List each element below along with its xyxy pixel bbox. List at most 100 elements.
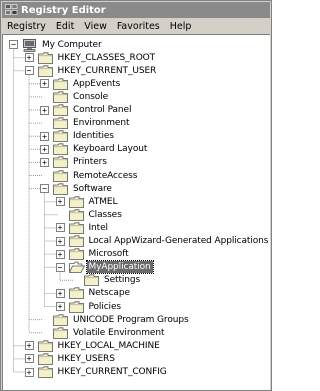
tree-node-appevents[interactable]: AppEvents [53,77,122,90]
expand-toggle-icon[interactable]: + [24,341,34,351]
tree-node-label[interactable]: RemoteAccess [71,170,139,182]
tree-node-settings[interactable]: Settings [84,274,142,287]
expand-toggle-icon[interactable]: + [40,157,49,167]
tree-node-atmel[interactable]: ATMEL [68,195,120,208]
expand-toggle-icon[interactable]: + [55,197,65,207]
folder-closed-icon [53,313,69,326]
tree-node-label[interactable]: Software [71,183,114,195]
folder-closed-icon [68,235,85,247]
tree-node-label[interactable]: Console [71,91,110,103]
registry-editor-icon [4,4,18,17]
collapse-toggle-icon[interactable]: − [9,40,18,49]
folder-closed-icon [53,143,69,156]
registry-editor-window: Registry Editor Registry Edit View Favor… [0,0,272,391]
expand-toggle-icon[interactable]: + [55,223,65,233]
tree-node-label[interactable]: Printers [71,156,109,168]
tree-node-label[interactable]: Intel [87,222,110,234]
folder-closed-icon [37,353,54,365]
menu-bar: Registry Edit View Favorites Help [2,18,270,34]
folder-closed-icon [53,182,69,195]
tree-node-label[interactable]: Microsoft [87,248,131,260]
tree-node-hkey-classes-root[interactable]: HKEY_CLASSES_ROOT [37,51,158,64]
tree-node-console[interactable]: Console [53,90,110,103]
tree-node-label[interactable]: Identities [71,130,116,142]
tree-node-control-panel[interactable]: Control Panel [53,104,133,117]
tree-node-label[interactable]: AppEvents [71,78,122,90]
expand-toggle-icon[interactable]: + [24,53,34,63]
computer-icon [22,38,38,52]
registry-tree-pane[interactable]: My Computer − HKEY_CLASSES_ROOT + HKEY_CURRE… [2,34,270,390]
tree-node-policies[interactable]: Policies [68,300,124,313]
tree-node-intel[interactable]: Intel [68,221,110,234]
tree-node-environment[interactable]: Environment [53,117,131,130]
tree-node-classes[interactable]: Classes [68,208,124,221]
folder-closed-icon [53,117,69,129]
tree-node-software[interactable]: Software [53,182,114,195]
expand-toggle-icon[interactable]: + [40,131,49,141]
tree-node-label[interactable]: Classes [87,209,124,221]
tree-node-label[interactable]: HKEY_CURRENT_USER [56,65,159,77]
tree-node-hkey-local-machine[interactable]: HKEY_LOCAL_MACHINE [37,339,162,352]
collapse-toggle-icon[interactable]: − [24,66,34,76]
tree-node-microsoft[interactable]: Microsoft [68,248,131,261]
tree-node-hkey-current-user[interactable]: HKEY_CURRENT_USER [37,64,159,77]
tree-node-unicode-program-groups[interactable]: UNICODE Program Groups [53,313,191,326]
folder-closed-icon [53,91,69,103]
collapse-toggle-icon[interactable]: − [55,262,65,272]
expand-toggle-icon[interactable]: + [40,105,49,115]
menu-help[interactable]: Help [165,21,197,32]
menu-favorites[interactable]: Favorites [112,21,165,32]
tree-node-remoteaccess[interactable]: RemoteAccess [53,169,139,182]
expand-toggle-icon[interactable]: + [55,302,65,311]
tree-node-label[interactable]: Settings [102,274,142,286]
tree-node-label[interactable]: ATMEL [87,196,120,208]
folder-closed-icon [68,209,85,221]
folder-closed-icon [68,300,85,313]
tree-node-label[interactable]: HKEY_LOCAL_MACHINE [56,340,162,352]
expand-toggle-icon[interactable]: + [55,288,65,298]
tree-node-label[interactable]: My Computer [40,39,104,51]
tree-node-label[interactable]: HKEY_CLASSES_ROOT [56,52,158,64]
tree-node-label[interactable]: HKEY_USERS [56,353,117,365]
tree-node-label[interactable]: MyApplication [85,260,154,275]
expand-toggle-icon[interactable]: + [24,367,34,377]
tree-node-label[interactable]: Netscape [87,287,132,299]
tree-node-hkey-current-config[interactable]: HKEY_CURRENT_CONFIG [37,366,169,379]
tree-node-volatile-environment[interactable]: Volatile Environment [53,326,166,339]
expand-toggle-icon[interactable]: + [24,354,34,364]
expand-toggle-icon[interactable]: + [55,236,65,246]
expand-toggle-icon[interactable]: + [55,249,65,259]
tree-node-label[interactable]: HKEY_CURRENT_CONFIG [56,366,169,378]
folder-closed-icon [84,274,100,287]
menu-edit[interactable]: Edit [51,21,79,32]
tree-node-label[interactable]: Environment [71,117,131,129]
folder-closed-icon [53,130,69,143]
tree-node-label[interactable]: Local AppWizard-Generated Applications [87,235,271,247]
tree-node-netscape[interactable]: Netscape [68,287,132,300]
tree-node-keyboard-layout[interactable]: Keyboard Layout [53,143,149,156]
expand-toggle-icon[interactable]: + [40,79,49,89]
folder-closed-icon [68,287,85,300]
tree-node-label[interactable]: Control Panel [71,104,133,116]
tree-node-label[interactable]: Policies [87,301,124,313]
title-bar[interactable]: Registry Editor [2,2,270,18]
window-title: Registry Editor [21,4,106,16]
tree-node-identities[interactable]: Identities [53,130,116,143]
tree-node-label[interactable]: Volatile Environment [71,327,166,339]
folder-closed-icon [53,104,69,116]
menu-registry[interactable]: Registry [2,21,51,32]
folder-closed-icon [53,327,69,339]
folder-closed-icon [68,222,85,234]
tree-node-local-appwizard[interactable]: Local AppWizard-Generated Applications [68,235,271,248]
expand-toggle-icon[interactable]: + [40,144,49,154]
tree-node-label[interactable]: Keyboard Layout [71,143,149,155]
computer-node-my-computer[interactable]: My Computer [22,38,104,52]
tree-node-myapplication[interactable]: MyApplication [68,260,154,275]
folder-closed-icon [68,248,85,260]
tree-node-label[interactable]: UNICODE Program Groups [71,314,191,326]
tree-node-printers[interactable]: Printers [53,156,109,169]
folder-closed-icon [37,65,54,77]
collapse-toggle-icon[interactable]: − [40,184,49,194]
tree-node-hkey-users[interactable]: HKEY_USERS [37,352,117,365]
menu-view[interactable]: View [79,21,112,32]
